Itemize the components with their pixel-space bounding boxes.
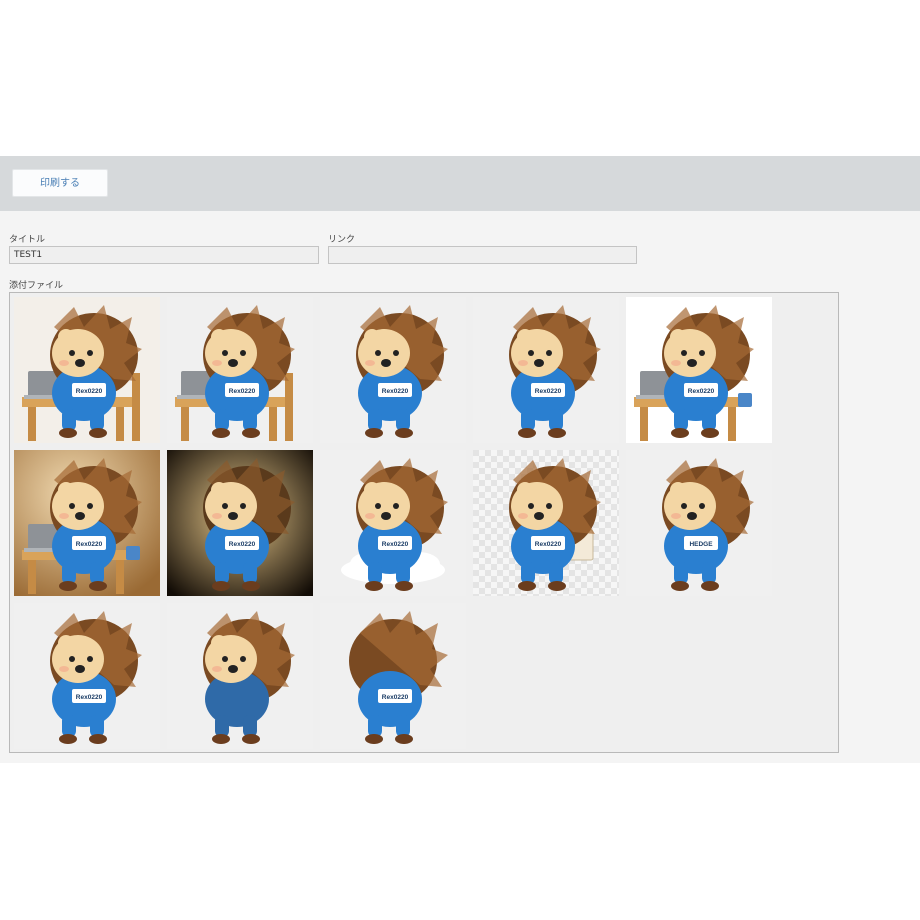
toolbar: 印刷する: [0, 156, 920, 211]
svg-text:Rex0220: Rex0220: [229, 388, 256, 395]
hedgehog-mascot-image: Rex0220: [14, 297, 160, 443]
attachment-thumbnail[interactable]: [167, 603, 313, 749]
svg-text:Rex0220: Rex0220: [229, 541, 256, 548]
attachment-thumbnail[interactable]: Rex0220: [14, 603, 160, 749]
hedgehog-mascot-image: Rex0220: [473, 297, 619, 443]
attachment-thumbnail[interactable]: HEDGE: [626, 450, 772, 596]
hedgehog-mascot-image: Rex0220: [14, 603, 160, 749]
hedgehog-mascot-image: Rex0220: [320, 603, 466, 749]
hedgehog-mascot-image: HEDGE: [626, 450, 772, 596]
hedgehog-mascot-image: [167, 603, 313, 749]
hedgehog-mascot-image: Rex0220: [320, 450, 466, 596]
attachment-thumbnail[interactable]: Rex0220: [167, 297, 313, 443]
svg-text:Rex0220: Rex0220: [76, 541, 103, 548]
attachment-thumbnail[interactable]: Rex0220: [320, 450, 466, 596]
attachment-thumbnail[interactable]: Rex0220: [14, 450, 160, 596]
hedgehog-mascot-image: Rex0220: [320, 297, 466, 443]
svg-text:Rex0220: Rex0220: [382, 694, 409, 701]
link-label: リンク: [328, 235, 356, 245]
print-button[interactable]: 印刷する: [12, 169, 108, 197]
svg-text:Rex0220: Rex0220: [382, 388, 409, 395]
hedgehog-mascot-image: Rex0220: [167, 450, 313, 596]
attachment-thumbnail[interactable]: Rex0220: [626, 297, 772, 443]
attachments-panel: Rex0220 Rex0220 Rex0220 Rex0220 Rex0220 …: [9, 292, 839, 753]
link-field[interactable]: [328, 246, 637, 264]
hedgehog-mascot-image: Rex0220: [626, 297, 772, 443]
attachment-thumbnail[interactable]: Rex0220: [320, 297, 466, 443]
attachment-thumbnail[interactable]: Rex0220: [14, 297, 160, 443]
svg-text:HEDGE: HEDGE: [689, 541, 713, 548]
attachment-thumbnail[interactable]: Rex0220: [167, 450, 313, 596]
svg-text:Rex0220: Rex0220: [382, 541, 409, 548]
attachment-thumbnail[interactable]: Rex0220: [473, 297, 619, 443]
svg-text:Rex0220: Rex0220: [535, 388, 562, 395]
record-view: タイトル TEST1 リンク 添付ファイル Rex0220 Rex0220 Re…: [0, 211, 920, 763]
svg-text:Rex0220: Rex0220: [688, 388, 715, 395]
svg-text:Rex0220: Rex0220: [76, 694, 103, 701]
svg-text:Rex0220: Rex0220: [535, 541, 562, 548]
attachment-thumbnail[interactable]: Rex0220: [473, 450, 619, 596]
attachment-thumbnail[interactable]: Rex0220: [320, 603, 466, 749]
hedgehog-mascot-image: Rex0220: [473, 450, 619, 596]
attachments-label: 添付ファイル: [9, 281, 64, 291]
svg-text:Rex0220: Rex0220: [76, 388, 103, 395]
title-field[interactable]: TEST1: [9, 246, 319, 264]
hedgehog-mascot-image: Rex0220: [14, 450, 160, 596]
hedgehog-mascot-image: Rex0220: [167, 297, 313, 443]
title-label: タイトル: [9, 235, 46, 245]
